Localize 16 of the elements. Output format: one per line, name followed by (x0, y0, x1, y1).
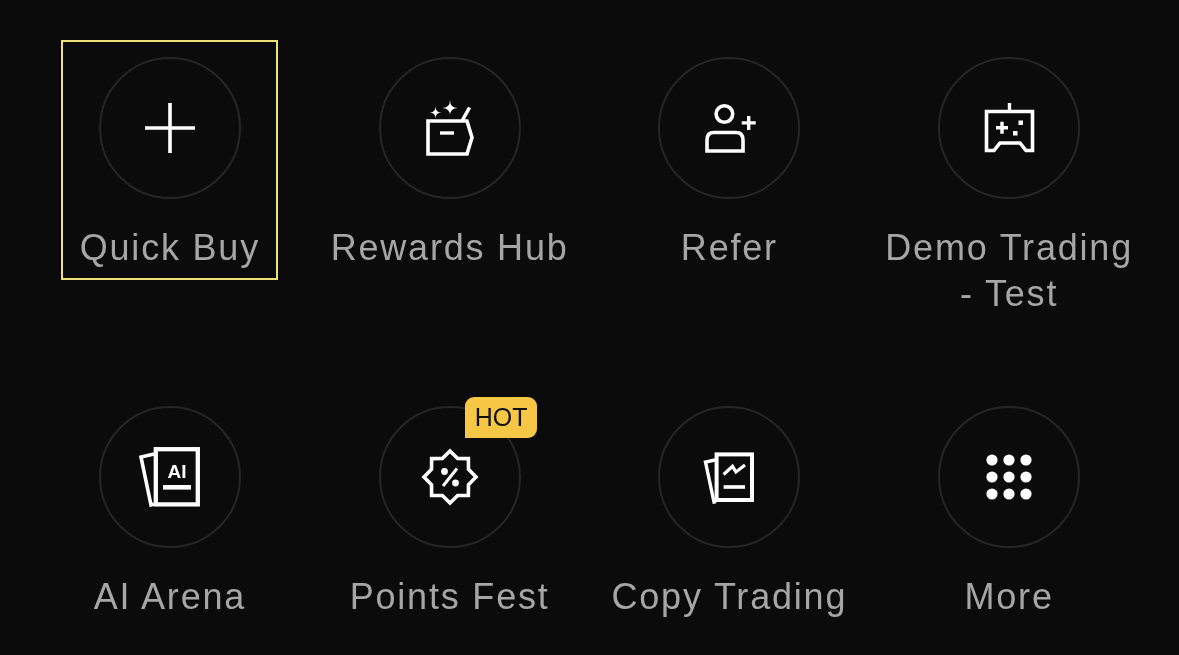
promo-badge: HOT (464, 396, 538, 438)
plus-icon (144, 103, 195, 153)
box-sparkle-icon (425, 100, 474, 156)
add-person-icon (702, 101, 757, 155)
shortcut-button[interactable]: HOT Points Fest (337, 388, 562, 629)
shortcut-button[interactable]: Refer (620, 40, 838, 280)
chart-document-icon (702, 449, 756, 504)
shortcut-button[interactable]: Rewards Hub (318, 40, 581, 280)
shortcut-button[interactable]: More (900, 388, 1118, 629)
shortcut-button[interactable]: Demo Trading - Test (869, 40, 1149, 326)
shortcut-button[interactable]: Copy Trading (599, 388, 860, 629)
gamepad-icon (982, 102, 1036, 154)
shortcut-button[interactable]: Quick Buy (61, 40, 279, 280)
dots-grid-icon (986, 453, 1033, 500)
discount-badge-icon (420, 447, 479, 506)
shortcut-button[interactable]: AI AI Arena (61, 388, 279, 629)
